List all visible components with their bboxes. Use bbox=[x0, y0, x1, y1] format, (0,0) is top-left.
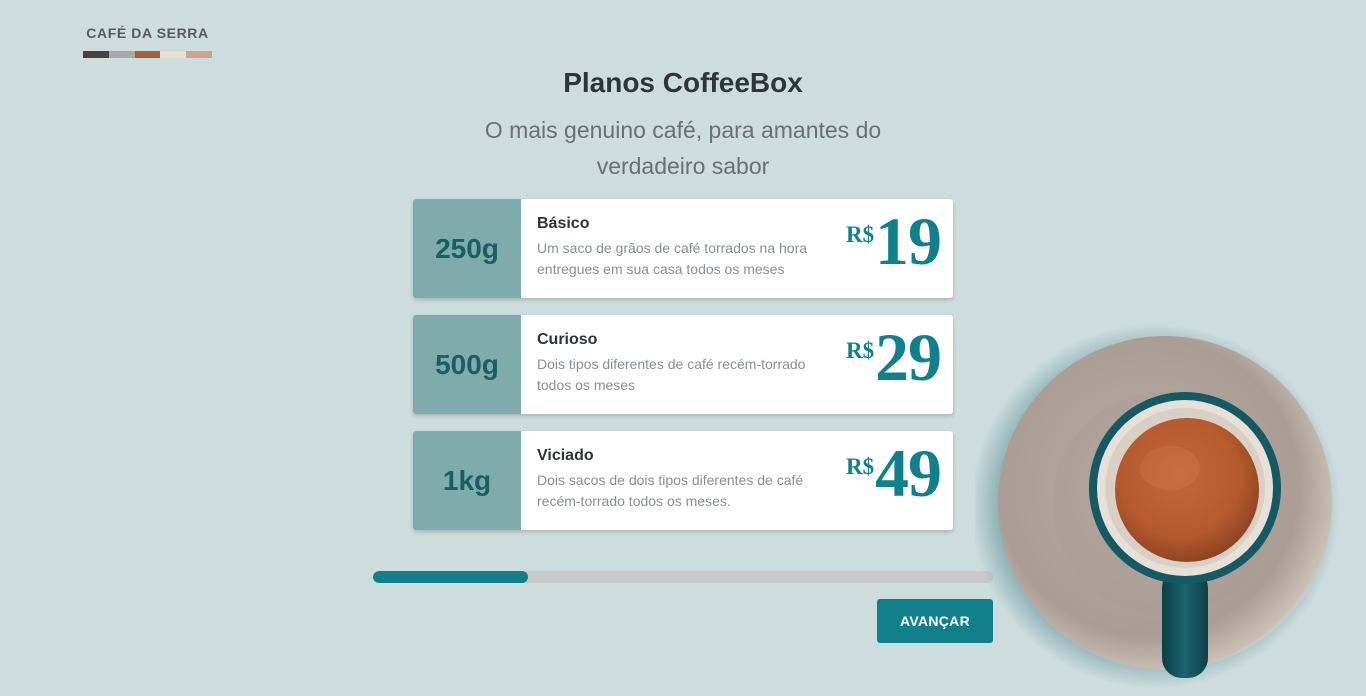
plan-name: Viciado bbox=[537, 447, 594, 464]
plan-amount: 49 bbox=[875, 435, 942, 511]
plan-info: Viciado Dois sacos de dois tipos diferen… bbox=[521, 431, 841, 530]
plan-description: Dois tipos diferentes de café recém-torr… bbox=[537, 356, 806, 393]
plan-name: Básico bbox=[537, 215, 590, 232]
plan-card-viciado[interactable]: 1kg Viciado Dois sacos de dois tipos dif… bbox=[413, 431, 953, 530]
page-title: Planos CoffeeBox bbox=[563, 67, 803, 98]
brand-logo[interactable]: CAFÉ DA SERRA bbox=[83, 25, 212, 58]
plan-amount: 19 bbox=[875, 203, 942, 279]
palette-swatch bbox=[83, 51, 109, 58]
plan-currency: R$ bbox=[846, 222, 875, 247]
plan-price: R$ 29 bbox=[841, 315, 953, 414]
plan-card-curioso[interactable]: 500g Curioso Dois tipos diferentes de ca… bbox=[413, 315, 953, 414]
plan-description: Dois sacos de dois tipos diferentes de c… bbox=[537, 472, 804, 509]
plan-name: Curioso bbox=[537, 331, 598, 348]
plan-price: R$ 19 bbox=[841, 199, 953, 298]
plan-info: Curioso Dois tipos diferentes de café re… bbox=[521, 315, 841, 414]
brand-palette bbox=[83, 51, 212, 58]
plan-price: R$ 49 bbox=[841, 431, 953, 530]
plan-card-basico[interactable]: 250g Básico Um saco de grãos de café tor… bbox=[413, 199, 953, 298]
plan-description: Um saco de grãos de café torrados na hor… bbox=[537, 240, 808, 277]
palette-swatch bbox=[134, 51, 161, 58]
palette-swatch bbox=[108, 51, 135, 58]
progress-bar bbox=[373, 571, 993, 583]
plan-currency: R$ bbox=[846, 454, 875, 479]
plan-weight: 250g bbox=[413, 199, 521, 298]
plan-weight: 500g bbox=[413, 315, 521, 414]
plan-weight: 1kg bbox=[413, 431, 521, 530]
plan-list: 250g Básico Um saco de grãos de café tor… bbox=[413, 199, 953, 547]
palette-swatch bbox=[186, 51, 212, 58]
plan-amount: 29 bbox=[875, 319, 942, 395]
palette-swatch bbox=[160, 51, 187, 58]
page: CAFÉ DA SERRA Planos CoffeeBox O mais ge… bbox=[0, 0, 1366, 696]
page-subtitle: O mais genuino café, para amantes do ver… bbox=[484, 117, 882, 179]
brand-name: CAFÉ DA SERRA bbox=[86, 25, 209, 41]
coffee-cup-image bbox=[975, 324, 1340, 688]
progress-bar-fill bbox=[373, 571, 528, 583]
plan-currency: R$ bbox=[846, 338, 875, 363]
plan-info: Básico Um saco de grãos de café torrados… bbox=[521, 199, 841, 298]
